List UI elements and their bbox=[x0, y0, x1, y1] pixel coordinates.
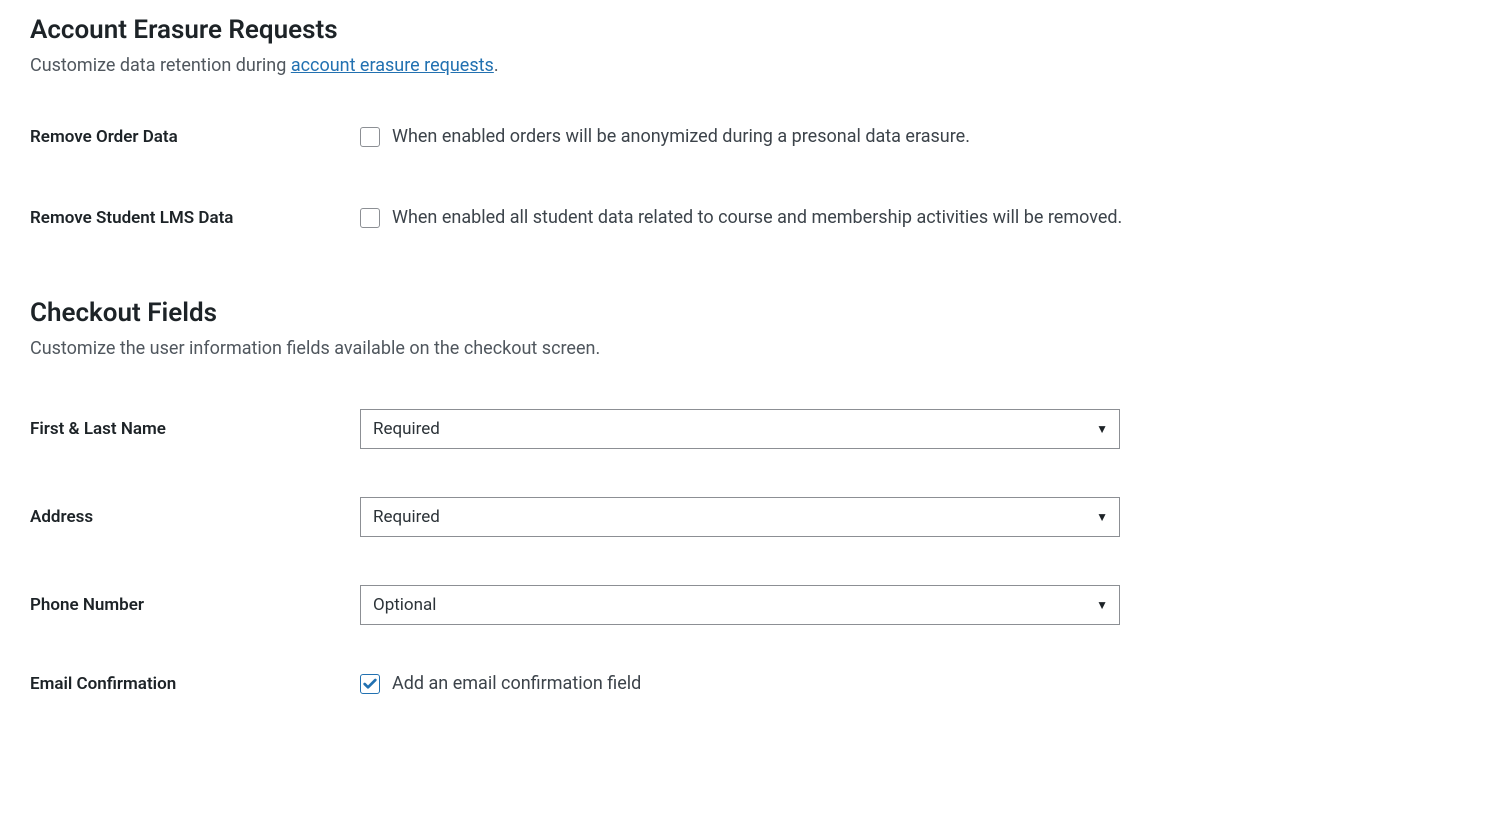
checkout-heading: Checkout Fields bbox=[30, 298, 1470, 328]
account-erasure-section: Account Erasure Requests Customize data … bbox=[30, 15, 1470, 228]
checkout-fields-section: Checkout Fields Customize the user infor… bbox=[30, 298, 1470, 694]
remove-order-data-text: When enabled orders will be anonymized d… bbox=[392, 126, 970, 147]
remove-lms-data-text: When enabled all student data related to… bbox=[392, 207, 1122, 228]
phone-select-wrap: Optional ▼ bbox=[360, 585, 1120, 625]
email-confirmation-row: Email Confirmation Add an email confirma… bbox=[30, 673, 1470, 694]
remove-order-data-checkbox[interactable] bbox=[360, 127, 380, 147]
erasure-desc-prefix: Customize data retention during bbox=[30, 55, 291, 76]
checkout-description: Customize the user information fields av… bbox=[30, 338, 1470, 359]
first-last-name-label: First & Last Name bbox=[30, 419, 360, 439]
first-last-name-select[interactable]: Required bbox=[360, 409, 1120, 449]
email-confirmation-checkbox[interactable] bbox=[360, 674, 380, 694]
remove-lms-data-row: Remove Student LMS Data When enabled all… bbox=[30, 207, 1470, 228]
erasure-description: Customize data retention during account … bbox=[30, 55, 1470, 76]
address-select-wrap: Required ▼ bbox=[360, 497, 1120, 537]
remove-order-data-control: When enabled orders will be anonymized d… bbox=[360, 126, 970, 147]
remove-lms-data-control: When enabled all student data related to… bbox=[360, 207, 1122, 228]
email-confirmation-text: Add an email confirmation field bbox=[392, 673, 641, 694]
address-label: Address bbox=[30, 507, 360, 527]
remove-lms-data-checkbox[interactable] bbox=[360, 208, 380, 228]
erasure-heading: Account Erasure Requests bbox=[30, 15, 1470, 45]
phone-label: Phone Number bbox=[30, 595, 360, 615]
first-last-name-row: First & Last Name Required ▼ bbox=[30, 409, 1470, 449]
remove-lms-data-label: Remove Student LMS Data bbox=[30, 208, 360, 228]
erasure-desc-suffix: . bbox=[494, 55, 499, 76]
address-row: Address Required ▼ bbox=[30, 497, 1470, 537]
email-confirmation-label: Email Confirmation bbox=[30, 674, 360, 694]
remove-order-data-label: Remove Order Data bbox=[30, 127, 360, 147]
check-icon bbox=[362, 676, 378, 692]
address-select[interactable]: Required bbox=[360, 497, 1120, 537]
first-last-name-select-wrap: Required ▼ bbox=[360, 409, 1120, 449]
phone-select[interactable]: Optional bbox=[360, 585, 1120, 625]
email-confirmation-control: Add an email confirmation field bbox=[360, 673, 641, 694]
remove-order-data-row: Remove Order Data When enabled orders wi… bbox=[30, 126, 1470, 147]
account-erasure-link[interactable]: account erasure requests bbox=[291, 55, 494, 76]
phone-row: Phone Number Optional ▼ bbox=[30, 585, 1470, 625]
